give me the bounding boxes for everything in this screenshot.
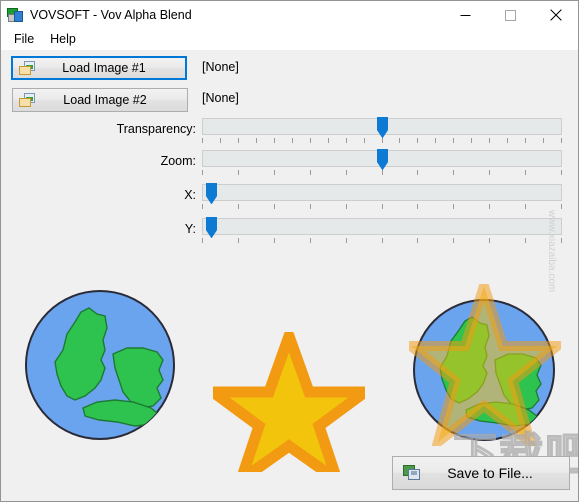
- save-to-file-label: Save to File...: [447, 465, 533, 481]
- x-slider-ticks: [202, 204, 562, 210]
- transparency-slider-thumb[interactable]: [377, 117, 388, 138]
- app-blend-icon: [7, 7, 23, 23]
- menu-item-file[interactable]: File: [6, 31, 42, 49]
- y-slider-track[interactable]: [202, 218, 562, 235]
- x-slider[interactable]: [202, 183, 562, 216]
- close-icon: [549, 9, 562, 21]
- open-image-icon: [19, 93, 35, 107]
- zoom-label: Zoom:: [160, 154, 196, 168]
- window-title: VOVSOFT - Vov Alpha Blend: [30, 8, 192, 22]
- globe-earth-image: [23, 288, 177, 442]
- star-image: [213, 332, 365, 472]
- transparency-slider-ticks: [202, 138, 562, 144]
- minimize-icon: [460, 14, 471, 16]
- load-image-1-button[interactable]: Load Image #1: [11, 56, 187, 80]
- save-to-file-button[interactable]: Save to File...: [392, 456, 570, 490]
- window-controls: [443, 1, 578, 29]
- load-image-2-label: Load Image #2: [63, 93, 147, 107]
- zoom-slider[interactable]: [202, 149, 562, 182]
- y-slider-thumb[interactable]: [205, 217, 217, 238]
- x-slider-thumb[interactable]: [205, 183, 217, 204]
- x-label: X:: [184, 188, 196, 202]
- zoom-slider-ticks: [202, 170, 562, 176]
- load-image-2-button[interactable]: Load Image #2: [12, 88, 188, 112]
- image-1-filename: [None]: [202, 60, 239, 74]
- x-slider-track[interactable]: [202, 184, 562, 201]
- app-window: VOVSOFT - Vov Alpha Blend File Help Load…: [0, 0, 579, 502]
- blended-result-image: [409, 284, 561, 446]
- transparency-slider[interactable]: [202, 117, 562, 150]
- y-label: Y:: [184, 222, 196, 236]
- transparency-label: Transparency:: [116, 122, 196, 136]
- image-2-filename: [None]: [202, 91, 239, 105]
- close-button[interactable]: [533, 1, 578, 29]
- maximize-button[interactable]: [488, 1, 533, 29]
- title-bar: VOVSOFT - Vov Alpha Blend: [1, 1, 578, 29]
- menu-bar: File Help: [1, 29, 578, 50]
- menu-item-help[interactable]: Help: [42, 31, 84, 49]
- load-image-1-label: Load Image #1: [62, 61, 146, 75]
- minimize-button[interactable]: [443, 1, 488, 29]
- zoom-slider-thumb[interactable]: [377, 149, 388, 170]
- open-image-icon: [19, 61, 35, 75]
- y-slider-ticks: [202, 238, 562, 244]
- client-area: Load Image #1 [None] Load Image #2 [None…: [1, 50, 578, 501]
- maximize-icon: [505, 9, 516, 21]
- y-slider[interactable]: [202, 217, 562, 250]
- save-image-icon: [403, 465, 421, 481]
